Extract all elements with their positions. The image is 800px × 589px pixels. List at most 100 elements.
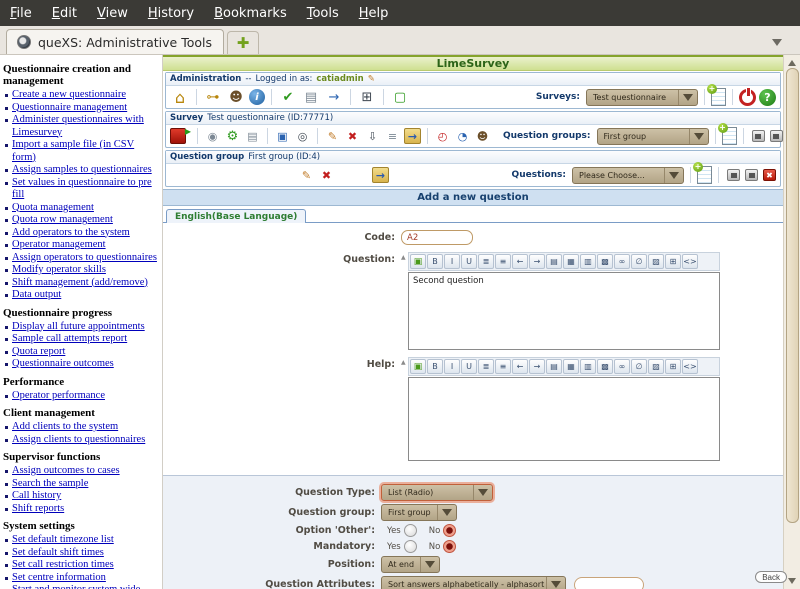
- sidebar-link[interactable]: Add clients to the system: [3, 421, 160, 434]
- help-textarea[interactable]: [408, 377, 720, 461]
- sidebar-link[interactable]: Sample call attempts report: [3, 333, 160, 346]
- sidebar-link[interactable]: Set values in questionnaire to pre fill: [3, 177, 160, 202]
- menu-item-file[interactable]: File: [10, 6, 32, 21]
- mandatory-yes-radio[interactable]: [404, 540, 417, 553]
- position-dropdown[interactable]: At end: [381, 556, 440, 573]
- edit-group-icon[interactable]: ✎: [298, 167, 315, 183]
- surveys-dropdown[interactable]: Test questionnaire: [586, 89, 698, 106]
- edit-user-pencil-icon[interactable]: ✎: [368, 74, 375, 84]
- indent-icon[interactable]: →: [529, 359, 545, 374]
- sidebar-link[interactable]: Quota report: [3, 346, 160, 359]
- unlink-icon[interactable]: ∅: [631, 254, 647, 269]
- sidebar-link[interactable]: Questionnaire management: [3, 102, 160, 115]
- maximize-panel-button[interactable]: [770, 130, 783, 142]
- printable-version-icon[interactable]: ▣: [274, 128, 291, 144]
- menu-item-help[interactable]: Help: [359, 6, 389, 21]
- underline-icon[interactable]: U: [461, 359, 477, 374]
- sidebar-link[interactable]: Operator performance: [3, 390, 160, 403]
- delete-survey-icon[interactable]: ✖: [344, 128, 361, 144]
- add-question-icon[interactable]: +: [697, 166, 712, 184]
- logout-power-icon[interactable]: [739, 89, 756, 106]
- outdent-icon[interactable]: ←: [512, 359, 528, 374]
- sidebar-link[interactable]: Operator management: [3, 239, 160, 252]
- question-type-dropdown[interactable]: List (Radio): [381, 484, 493, 501]
- home-icon[interactable]: ⌂: [170, 88, 190, 106]
- template-editor-icon[interactable]: ▢: [390, 88, 410, 106]
- stop-survey-icon[interactable]: ▶: [170, 128, 186, 144]
- bold-icon[interactable]: B: [427, 359, 443, 374]
- export-group-icon[interactable]: →: [372, 167, 389, 183]
- sidebar-link[interactable]: Assign operators to questionnaires: [3, 252, 160, 265]
- editor-collapse-icon[interactable]: ▲: [401, 357, 408, 461]
- align-center-icon[interactable]: ▦: [563, 359, 579, 374]
- align-right-icon[interactable]: ▥: [580, 254, 596, 269]
- menu-item-edit[interactable]: Edit: [52, 6, 77, 21]
- source-icon[interactable]: <>: [682, 359, 698, 374]
- sidebar-link[interactable]: Modify operator skills: [3, 264, 160, 277]
- back-button[interactable]: Back: [755, 571, 787, 583]
- italic-icon[interactable]: I: [444, 254, 460, 269]
- menu-item-tools[interactable]: Tools: [307, 6, 339, 21]
- edit-label-sets-icon[interactable]: ⊞: [357, 88, 377, 106]
- close-panel-button[interactable]: ✖: [763, 169, 776, 181]
- table-icon[interactable]: ⊞: [665, 254, 681, 269]
- delete-group-icon[interactable]: ✖: [318, 167, 335, 183]
- survey-quotas-icon[interactable]: ◴: [434, 128, 451, 144]
- sidebar-link[interactable]: Assign outcomes to cases: [3, 465, 160, 478]
- sidebar-link[interactable]: Set default shift times: [3, 547, 160, 560]
- option-other-yes-radio[interactable]: [404, 524, 417, 537]
- question-group-dropdown[interactable]: First group: [381, 504, 457, 521]
- question-attributes-dropdown[interactable]: Sort answers alphabetically - alphasort: [381, 576, 566, 589]
- survey-settings-gear-icon[interactable]: ⚙: [224, 128, 241, 144]
- replacement-fields-icon[interactable]: ▣: [410, 359, 426, 374]
- unlink-icon[interactable]: ∅: [631, 359, 647, 374]
- show-version-info-icon[interactable]: i: [249, 89, 265, 105]
- sidebar-link[interactable]: Add operators to the system: [3, 227, 160, 240]
- mandatory-no-radio[interactable]: [443, 540, 456, 553]
- survey-properties-icon[interactable]: ▤: [244, 128, 261, 144]
- sidebar-link[interactable]: Start and monitor system wide case sorti…: [3, 584, 160, 589]
- table-icon[interactable]: ⊞: [665, 359, 681, 374]
- ordered-list-icon[interactable]: ≣: [478, 359, 494, 374]
- bold-icon[interactable]: B: [427, 254, 443, 269]
- create-survey-icon[interactable]: +: [711, 88, 726, 106]
- sidebar-link[interactable]: Set default timezone list: [3, 534, 160, 547]
- link-icon[interactable]: ∞: [614, 254, 630, 269]
- sidebar-link[interactable]: Create a new questionnaire: [3, 89, 160, 102]
- scroll-down-icon[interactable]: [788, 578, 796, 584]
- image-icon[interactable]: ▨: [648, 254, 664, 269]
- align-center-icon[interactable]: ▦: [563, 254, 579, 269]
- sidebar-link[interactable]: Quota management: [3, 202, 160, 215]
- sidebar-link[interactable]: Search the sample: [3, 478, 160, 491]
- help-icon[interactable]: ?: [759, 89, 776, 106]
- italic-icon[interactable]: I: [444, 359, 460, 374]
- dump-database-icon[interactable]: →: [324, 88, 344, 106]
- align-left-icon[interactable]: ▤: [546, 359, 562, 374]
- sidebar-link[interactable]: Assign clients to questionnaires: [3, 434, 160, 447]
- link-icon[interactable]: ∞: [614, 359, 630, 374]
- sidebar-link[interactable]: Set call restriction times: [3, 559, 160, 572]
- scroll-up-icon[interactable]: [788, 60, 796, 66]
- export-survey-icon[interactable]: →: [404, 128, 421, 144]
- sidebar-link[interactable]: Assign samples to questionnaires: [3, 164, 160, 177]
- source-icon[interactable]: <>: [682, 254, 698, 269]
- minimize-panel-button[interactable]: [752, 130, 765, 142]
- sidebar-link[interactable]: Call history: [3, 490, 160, 503]
- align-right-icon[interactable]: ▥: [580, 359, 596, 374]
- edit-survey-texts-icon[interactable]: ✎: [324, 128, 341, 144]
- sidebar-link[interactable]: Quota row management: [3, 214, 160, 227]
- indent-icon[interactable]: →: [529, 254, 545, 269]
- maximize-panel-button[interactable]: [745, 169, 758, 181]
- token-management-icon[interactable]: ☻: [474, 128, 491, 144]
- editor-collapse-icon[interactable]: ▲: [401, 252, 408, 350]
- sidebar-link[interactable]: Shift management (add/remove): [3, 277, 160, 290]
- align-left-icon[interactable]: ▤: [546, 254, 562, 269]
- menu-item-history[interactable]: History: [148, 6, 194, 21]
- survey-logic-icon[interactable]: ≡: [384, 128, 401, 144]
- replacement-fields-icon[interactable]: ▣: [410, 254, 426, 269]
- attribute-value-input[interactable]: [574, 577, 644, 589]
- sidebar-link[interactable]: Display all future appointments: [3, 321, 160, 334]
- survey-statistics-icon[interactable]: ◔: [454, 128, 471, 144]
- global-settings-key-icon[interactable]: ⊶: [203, 88, 223, 106]
- add-group-icon[interactable]: +: [722, 127, 737, 145]
